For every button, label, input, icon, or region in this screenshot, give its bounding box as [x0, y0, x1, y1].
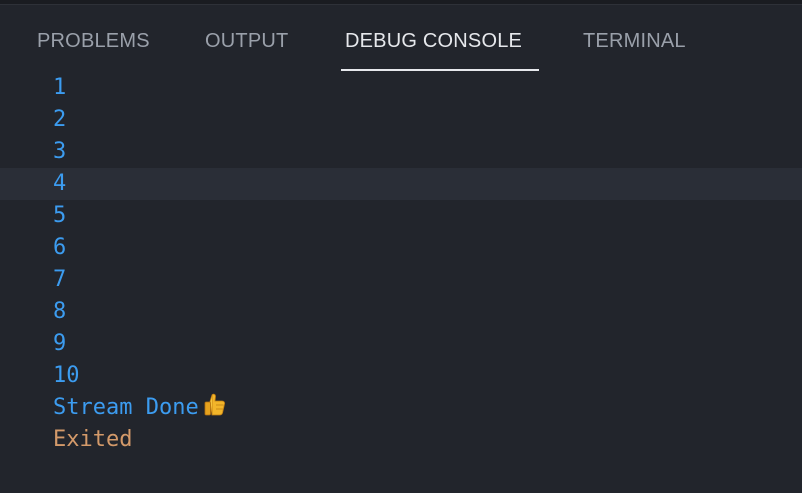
console-line-text: 5: [53, 203, 67, 228]
tab-output[interactable]: OUTPUT: [205, 28, 288, 54]
console-line: 7: [0, 264, 802, 296]
console-line: 6: [0, 232, 802, 264]
stream-done-text: Stream Done: [53, 395, 199, 420]
console-line: 1: [0, 72, 802, 104]
thumbs-up-icon: [204, 393, 225, 416]
console-line-text: 4: [53, 171, 67, 196]
console-line: 2: [0, 104, 802, 136]
console-line-stream-done: Stream Done: [0, 392, 802, 424]
exit-message: Exited: [53, 427, 133, 452]
console-line: 8: [0, 296, 802, 328]
console-line-text: 9: [53, 331, 67, 356]
console-line-text: 6: [53, 235, 67, 260]
console-line: 3: [0, 136, 802, 168]
panel-tab-bar: PROBLEMS OUTPUT DEBUG CONSOLE TERMINAL: [0, 0, 802, 80]
stream-done-message: Stream Done: [53, 392, 227, 424]
console-line: 5: [0, 200, 802, 232]
console-line-text: 10: [53, 363, 80, 388]
console-line-text: 3: [53, 139, 67, 164]
console-line-exit: Exited: [0, 424, 802, 456]
active-tab-indicator: [341, 69, 539, 71]
tab-problems[interactable]: PROBLEMS: [37, 28, 150, 54]
console-line: 9: [0, 328, 802, 360]
console-line-highlighted: 4: [0, 168, 802, 200]
tab-terminal[interactable]: TERMINAL: [583, 28, 686, 54]
tab-debug-console[interactable]: DEBUG CONSOLE: [345, 28, 522, 54]
console-line-text: 8: [53, 299, 67, 324]
console-line: 10: [0, 360, 802, 392]
debug-console-output[interactable]: 1 2 3 4 5 6 7 8 9 10 Stream Done Exited: [0, 72, 802, 493]
console-line-text: 7: [53, 267, 67, 292]
console-line-text: 2: [53, 107, 67, 132]
console-line-text: 1: [53, 75, 67, 100]
